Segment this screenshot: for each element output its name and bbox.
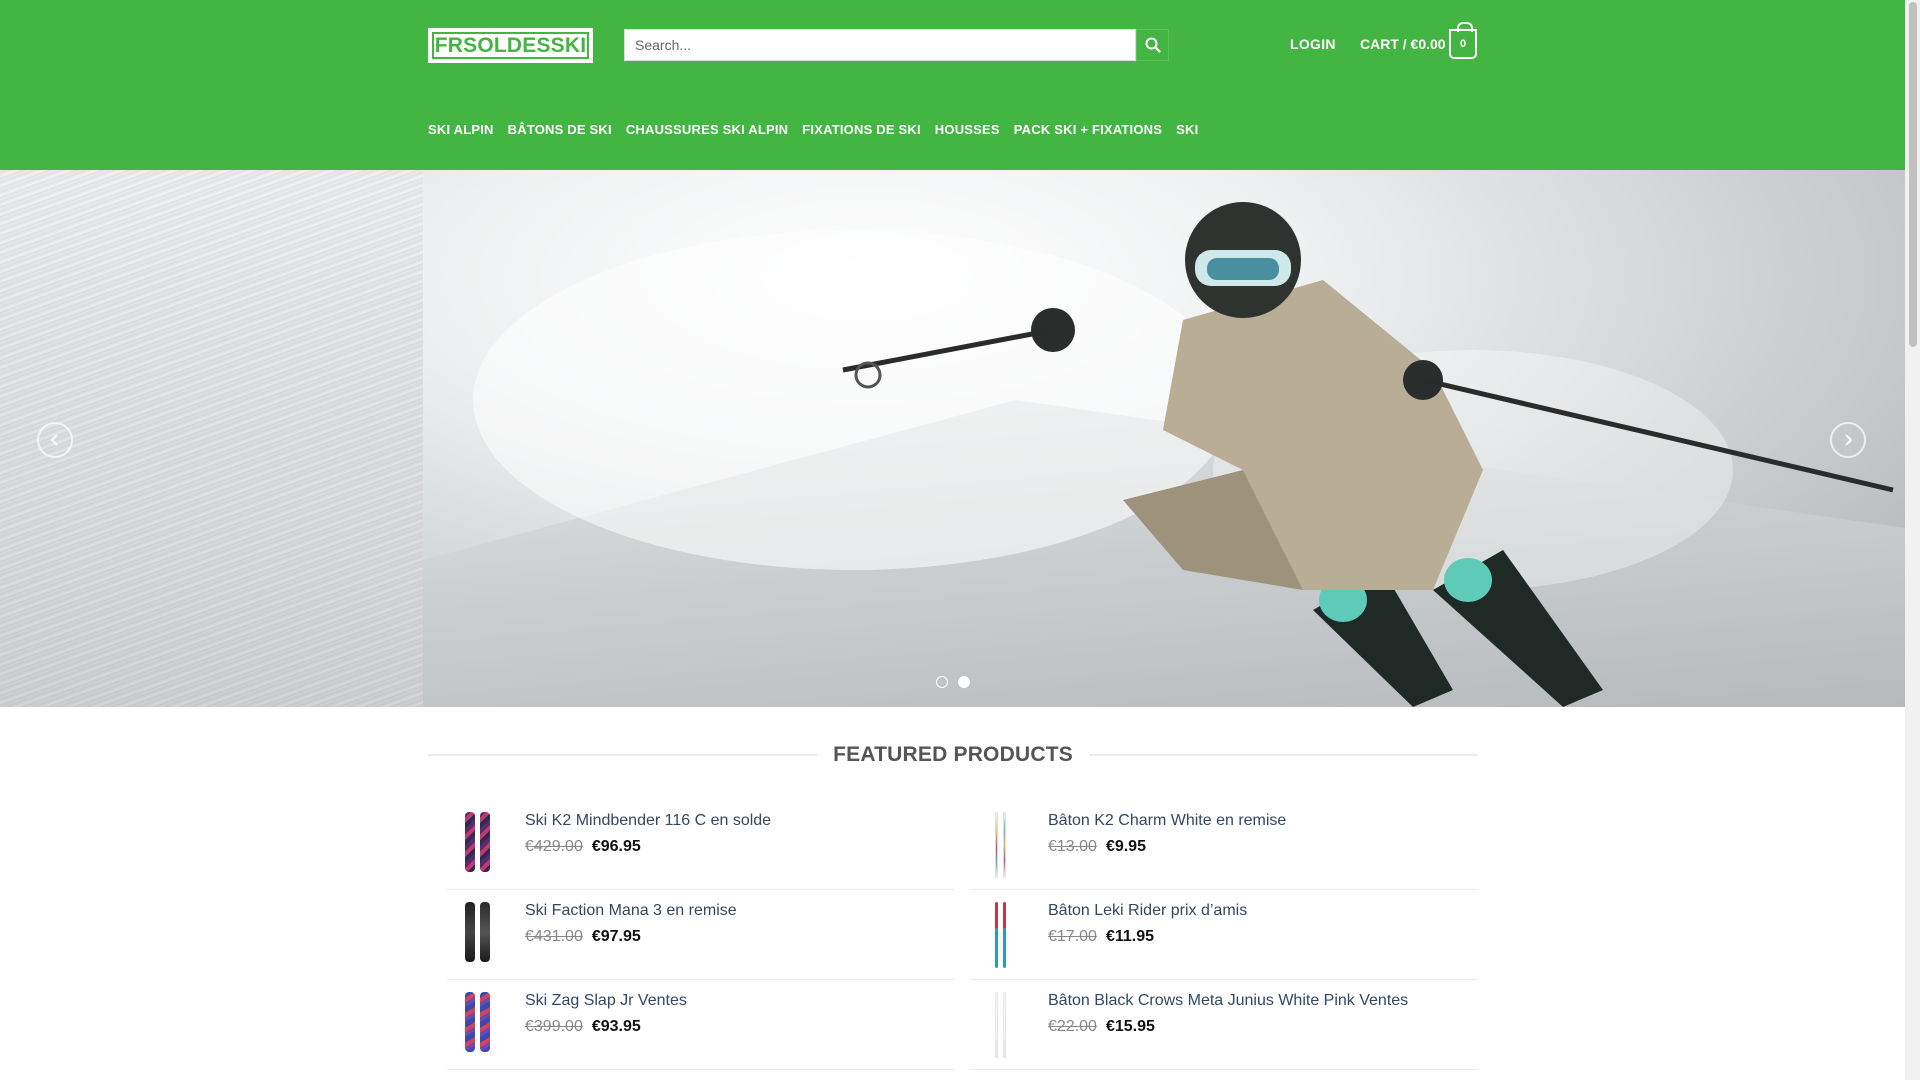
hero-main-image (423, 170, 1905, 707)
slider-dot-1[interactable] (936, 676, 948, 688)
product-item[interactable]: Ski K2 Mindbender 116 C en solde €429.00… (447, 800, 955, 890)
product-item[interactable]: Ski Zag Slap Jr Ventes €399.00 €93.95 (447, 980, 955, 1070)
product-item[interactable]: Bâton K2 Charm White en remise €13.00 €9… (970, 800, 1478, 890)
main-nav: SKI ALPIN BÂTONS DE SKI CHAUSSURES SKI A… (428, 122, 1198, 137)
product-old-price: €13.00 (1048, 838, 1097, 855)
chevron-left-icon (50, 434, 58, 446)
product-item[interactable]: Bâton Leki Rider prix d’amis €17.00 €11.… (970, 890, 1478, 980)
product-price: €96.95 (591, 838, 641, 855)
product-item[interactable]: Ski Faction Mana 3 en remise €431.00 €97… (447, 890, 955, 980)
nav-item-batons-de-ski[interactable]: BÂTONS DE SKI (508, 122, 612, 137)
product-name[interactable]: Bâton Leki Rider prix d’amis (1048, 902, 1247, 920)
product-thumbnail[interactable] (447, 992, 507, 1058)
product-price: €93.95 (591, 1018, 641, 1035)
product-old-price: €22.00 (1048, 1018, 1097, 1035)
nav-item-fixations-de-ski[interactable]: FIXATIONS DE SKI (802, 122, 921, 137)
chevron-right-icon (1845, 434, 1853, 446)
scrollbar-thumb[interactable] (1909, 2, 1917, 347)
search-icon (1145, 37, 1161, 53)
product-old-price: €429.00 (525, 838, 583, 855)
logo-text: FRSOLDESSKI (432, 32, 589, 59)
product-item[interactable]: Bâton Black Crows Meta Junius White Pink… (970, 980, 1478, 1070)
product-name[interactable]: Bâton Black Crows Meta Junius White Pink… (1048, 992, 1408, 1010)
section-title: FEATURED PRODUCTS (833, 743, 1073, 766)
product-thumbnail[interactable] (447, 812, 507, 878)
product-price: €9.95 (1105, 838, 1146, 855)
product-price: €15.95 (1105, 1018, 1155, 1035)
site-header: FRSOLDESSKI LOGIN CART / €0.00 0 SKI ALP… (0, 0, 1905, 170)
product-price: €11.95 (1105, 928, 1154, 945)
hero-slider (0, 170, 1905, 707)
featured-products-list: Ski K2 Mindbender 116 C en solde €429.00… (447, 800, 1478, 1070)
search-button[interactable] (1136, 29, 1169, 61)
cart-count-badge[interactable]: 0 (1449, 22, 1477, 59)
skier-illustration (473, 202, 1894, 707)
product-name[interactable]: Ski K2 Mindbender 116 C en solde (525, 812, 771, 830)
product-old-price: €399.00 (525, 1018, 583, 1035)
nav-item-housses[interactable]: HOUSSES (935, 122, 1000, 137)
slider-dot-2[interactable] (958, 676, 970, 688)
product-thumbnail[interactable] (970, 812, 1030, 878)
featured-header: FEATURED PRODUCTS (428, 740, 1479, 770)
nav-item-chaussures-ski-alpin[interactable]: CHAUSSURES SKI ALPIN (626, 122, 788, 137)
product-old-price: €17.00 (1048, 928, 1097, 945)
nav-item-ski-alpin[interactable]: SKI ALPIN (428, 122, 494, 137)
slider-prev-button[interactable] (37, 422, 73, 458)
slider-dots (936, 676, 970, 688)
divider-right (1088, 754, 1479, 756)
slider-next-button[interactable] (1830, 422, 1866, 458)
product-thumbnail[interactable] (970, 902, 1030, 968)
login-link[interactable]: LOGIN (1290, 36, 1336, 52)
nav-item-pack-ski-fixations[interactable]: PACK SKI + FIXATIONS (1014, 122, 1162, 137)
product-name[interactable]: Ski Zag Slap Jr Ventes (525, 992, 687, 1010)
divider-left (428, 754, 818, 756)
product-name[interactable]: Bâton K2 Charm White en remise (1048, 812, 1286, 830)
cart-link[interactable]: CART / €0.00 (1360, 36, 1446, 52)
page-scrollbar[interactable] (1905, 0, 1920, 1080)
product-old-price: €431.00 (525, 928, 583, 945)
product-price: €97.95 (591, 928, 641, 945)
search-form (624, 29, 1169, 61)
product-thumbnail[interactable] (447, 902, 507, 968)
site-logo[interactable]: FRSOLDESSKI (428, 28, 593, 63)
product-thumbnail[interactable] (970, 992, 1030, 1058)
nav-item-ski[interactable]: SKI (1176, 122, 1198, 137)
product-name[interactable]: Ski Faction Mana 3 en remise (525, 902, 737, 920)
search-input[interactable] (624, 29, 1136, 61)
